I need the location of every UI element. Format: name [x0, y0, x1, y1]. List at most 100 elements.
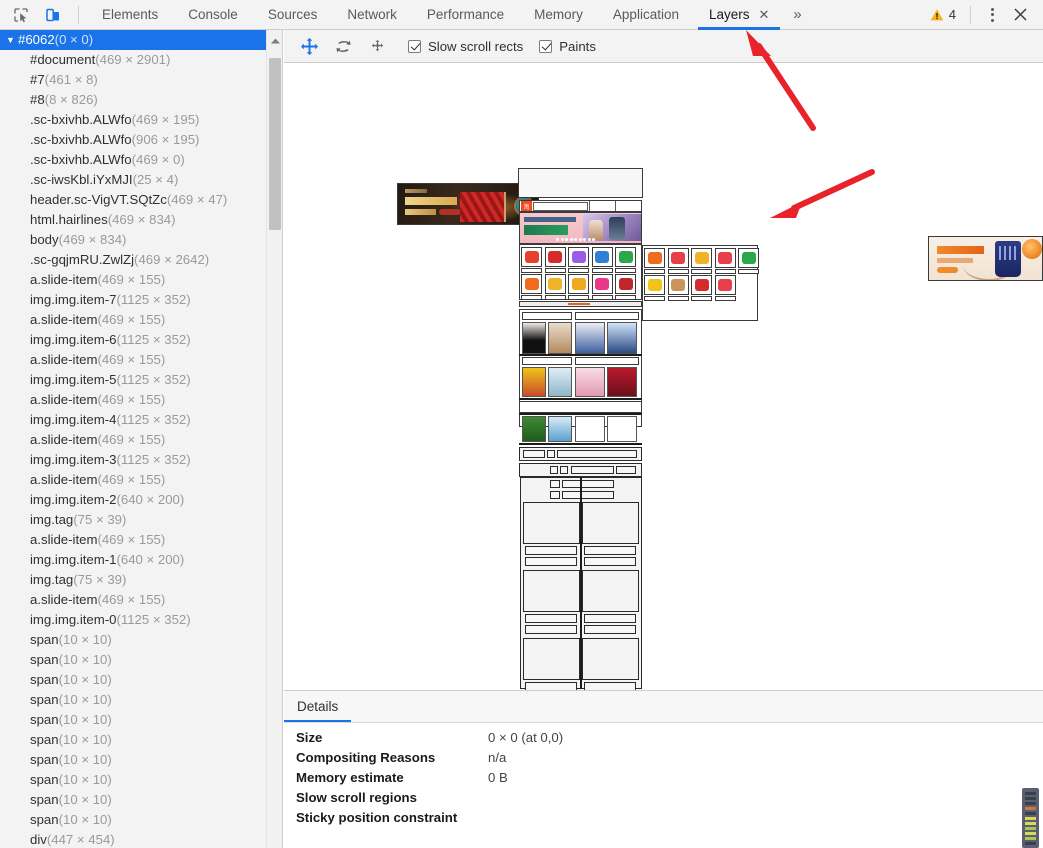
layer-tree-row[interactable]: .sc-bxivhb.ALWfo(469 × 0) [0, 150, 266, 170]
layer-tree-row[interactable]: header.sc-VigVT.SQtZc(469 × 47) [0, 190, 266, 210]
pan-mode-button[interactable] [294, 33, 324, 59]
layer-preview-icon-cell [544, 274, 566, 300]
tab-layers[interactable]: Layers ✕ [694, 0, 784, 30]
layer-name: a.slide-item [30, 272, 98, 287]
layer-3d-view[interactable]: 淘 [284, 64, 1043, 690]
layer-tree-scrollbar[interactable] [266, 30, 282, 848]
layer-tree-row[interactable]: .sc-iwsKbl.iYxMJI(25 × 4) [0, 170, 266, 190]
chevron-down-icon[interactable]: ▼ [6, 30, 16, 50]
device-toolbar-icon[interactable] [40, 3, 66, 27]
layer-preview-wireframe [523, 638, 580, 680]
layer-size: (469 × 834) [58, 232, 127, 247]
layer-tree-row[interactable]: span(10 × 10) [0, 710, 266, 730]
inspect-element-icon[interactable] [8, 3, 34, 27]
layer-tree-row[interactable]: img.img.item-5(1125 × 352) [0, 370, 266, 390]
layer-preview-icon-cell [568, 274, 589, 300]
layer-tree-row[interactable]: img.tag(75 × 39) [0, 510, 266, 530]
close-icon[interactable]: ✕ [759, 8, 770, 21]
checkbox-box[interactable] [539, 39, 553, 53]
layer-tree-row[interactable]: a.slide-item(469 × 155) [0, 530, 266, 550]
detail-row: Memory estimate 0 B [296, 767, 1043, 787]
layer-tree-row[interactable]: a.slide-item(469 × 155) [0, 390, 266, 410]
layer-tree-row[interactable]: a.slide-item(469 × 155) [0, 270, 266, 290]
layer-name: img.img.item-5 [30, 372, 117, 387]
toolbar-divider [78, 5, 79, 24]
layer-tree-row[interactable]: html.hairlines(469 × 834) [0, 210, 266, 230]
layer-tree-row[interactable]: span(10 × 10) [0, 790, 266, 810]
close-glyph [1013, 8, 1027, 21]
layer-tree-row[interactable]: div(447 × 454) [0, 830, 266, 848]
layer-tree-row[interactable]: span(10 × 10) [0, 670, 266, 690]
layer-size: (10 × 10) [58, 732, 112, 747]
layer-tree-row[interactable]: span(10 × 10) [0, 630, 266, 650]
layer-preview-wireframe [560, 466, 568, 474]
status-badge[interactable]: 4 [924, 7, 962, 22]
layer-preview-box [575, 312, 639, 320]
layer-tree-row[interactable]: img.img.item-2(640 × 200) [0, 490, 266, 510]
layer-size: (906 × 195) [131, 132, 200, 147]
layer-tree-row[interactable]: img.tag(75 × 39) [0, 570, 266, 590]
layer-size: (469 × 155) [97, 472, 166, 487]
layer-tree-row[interactable]: #7(461 × 8) [0, 70, 266, 90]
layer-tree-row[interactable]: body(469 × 834) [0, 230, 266, 250]
layer-size: (10 × 10) [58, 712, 112, 727]
scrollbar-thumb[interactable] [269, 58, 281, 230]
tab-sources[interactable]: Sources [253, 0, 333, 30]
layer-tree-row[interactable]: img.img.item-1(640 × 200) [0, 550, 266, 570]
layer-tree-row[interactable]: a.slide-item(469 × 155) [0, 430, 266, 450]
checkbox-label: Paints [559, 38, 596, 54]
layer-size: (469 × 155) [97, 592, 166, 607]
layer-name: img.img.item-4 [30, 412, 117, 427]
tab-application[interactable]: Application [598, 0, 694, 30]
tab-performance[interactable]: Performance [412, 0, 519, 30]
tab-memory[interactable]: Memory [519, 0, 598, 30]
checkbox-box[interactable] [408, 39, 421, 53]
layer-tree-panel[interactable]: ▼ #6062(0 × 0) #document(469 × 2901) #7(461… [0, 30, 283, 848]
slow-scroll-rects-checkbox[interactable]: Slow scroll rects [408, 39, 523, 54]
layer-tree-row[interactable]: span(10 × 10) [0, 650, 266, 670]
layer-tree-row[interactable]: span(10 × 10) [0, 690, 266, 710]
layer-tree-row[interactable]: a.slide-item(469 × 155) [0, 310, 266, 330]
layer-preview-box [548, 367, 572, 397]
tab-label: Layers [708, 7, 750, 22]
layer-tree-row[interactable]: span(10 × 10) [0, 750, 266, 770]
layer-tree-row[interactable]: img.img.item-4(1125 × 352) [0, 410, 266, 430]
rotate-mode-button[interactable] [328, 33, 358, 59]
layer-tree-row[interactable]: img.img.item-7(1125 × 352) [0, 290, 266, 310]
layer-tree-row[interactable]: img.img.item-3(1125 × 352) [0, 450, 266, 470]
detail-key: Sticky position constraint [296, 809, 458, 825]
reset-transform-button[interactable] [362, 33, 392, 59]
tab-console[interactable]: Console [173, 0, 253, 30]
tab-network[interactable]: Network [332, 0, 412, 30]
tab-details[interactable]: Details [284, 691, 352, 722]
layer-tree-row[interactable]: a.slide-item(469 × 155) [0, 590, 266, 610]
layer-preview-box [522, 367, 546, 397]
layer-tree-row[interactable]: #8(8 × 826) [0, 90, 266, 110]
layer-tree-row[interactable]: .sc-gqjmRU.ZwlZj(469 × 2642) [0, 250, 266, 270]
layers-toolbar: Slow scroll rects Paints [284, 30, 1043, 63]
paints-checkbox[interactable]: Paints [539, 39, 596, 54]
layer-tree-row[interactable]: img.img.item-0(1125 × 352) [0, 610, 266, 630]
tab-elements[interactable]: Elements [87, 0, 173, 30]
more-tabs-icon[interactable]: » [784, 0, 810, 30]
layer-tree-row[interactable]: span(10 × 10) [0, 730, 266, 750]
scroll-up-icon[interactable] [267, 34, 282, 48]
close-devtools-icon[interactable] [1007, 3, 1033, 27]
layer-size: (469 × 155) [97, 532, 166, 547]
layer-tree-row[interactable]: a.slide-item(469 × 155) [0, 350, 266, 370]
overview-minimap[interactable] [1019, 786, 1041, 848]
layer-stack-preview: 淘 [284, 64, 1043, 690]
layer-tree-row[interactable]: #document(469 × 2901) [0, 50, 266, 70]
layer-tree-row[interactable]: img.img.item-6(1125 × 352) [0, 330, 266, 350]
layer-tree-row[interactable]: .sc-bxivhb.ALWfo(906 × 195) [0, 130, 266, 150]
layer-size: (10 × 10) [58, 752, 112, 767]
layer-tree-row[interactable]: span(10 × 10) [0, 770, 266, 790]
detail-value: 0 B [488, 769, 508, 785]
more-vertical-icon[interactable] [979, 3, 1005, 27]
layer-tree-row[interactable]: span(10 × 10) [0, 810, 266, 830]
layer-preview-box [575, 357, 639, 365]
kebab-dots [990, 7, 994, 22]
layer-tree-row[interactable]: .sc-bxivhb.ALWfo(469 × 195) [0, 110, 266, 130]
layer-tree-row[interactable]: a.slide-item(469 × 155) [0, 470, 266, 490]
layer-tree-row-root[interactable]: ▼ #6062(0 × 0) [0, 30, 266, 50]
